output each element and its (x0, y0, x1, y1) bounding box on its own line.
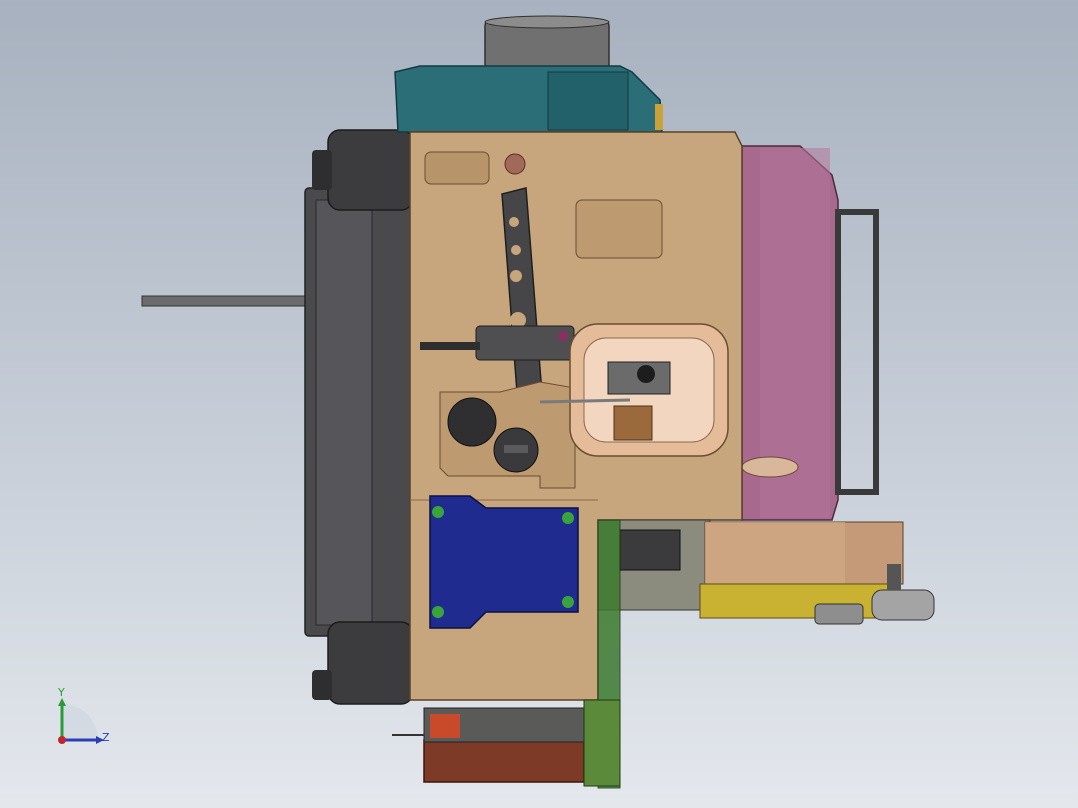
left-top-bearing (327, 129, 414, 211)
right-knob (871, 589, 935, 621)
axis-triad (58, 698, 104, 744)
round-knob (447, 397, 497, 447)
bottom-motor (423, 739, 585, 783)
machine-assembly-model[interactable] (0, 0, 1078, 808)
cad-viewport[interactable]: Y Z (0, 0, 1078, 808)
left-shaft (141, 295, 313, 307)
cross-bracket (475, 325, 575, 361)
left-bottom-bearing (327, 621, 414, 705)
triad-y-label: Y (58, 686, 65, 699)
left-dark-inner (315, 199, 373, 626)
triad-z-label: Z (102, 731, 110, 744)
right-handle (835, 209, 879, 495)
blue-plate (429, 495, 579, 629)
